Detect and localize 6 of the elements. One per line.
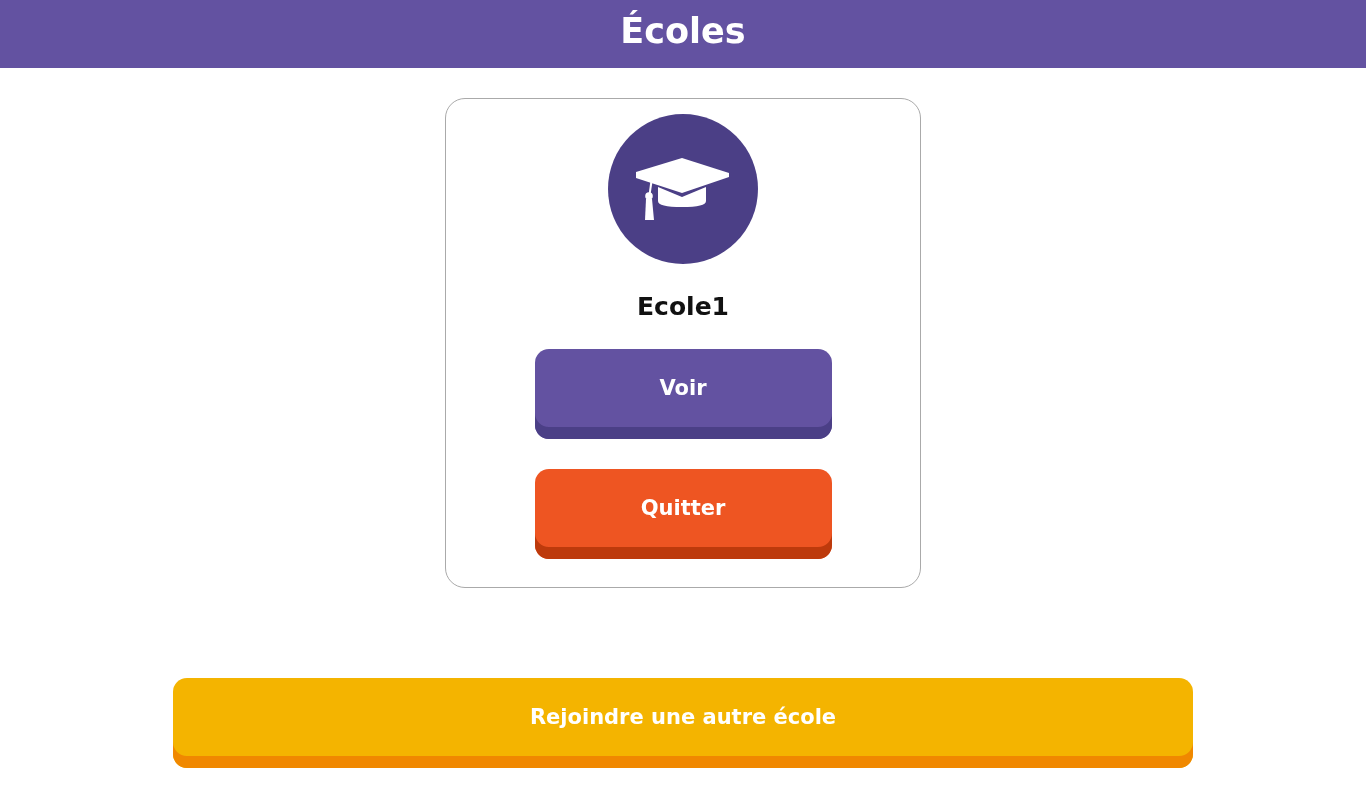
view-button[interactable]: Voir xyxy=(534,349,832,439)
school-name: Ecole1 xyxy=(637,291,729,323)
graduation-cap-icon xyxy=(608,114,758,264)
leave-button[interactable]: Quitter xyxy=(534,469,832,559)
page-title: Écoles xyxy=(620,9,746,53)
join-school-button[interactable]: Rejoindre une autre école xyxy=(173,678,1193,768)
